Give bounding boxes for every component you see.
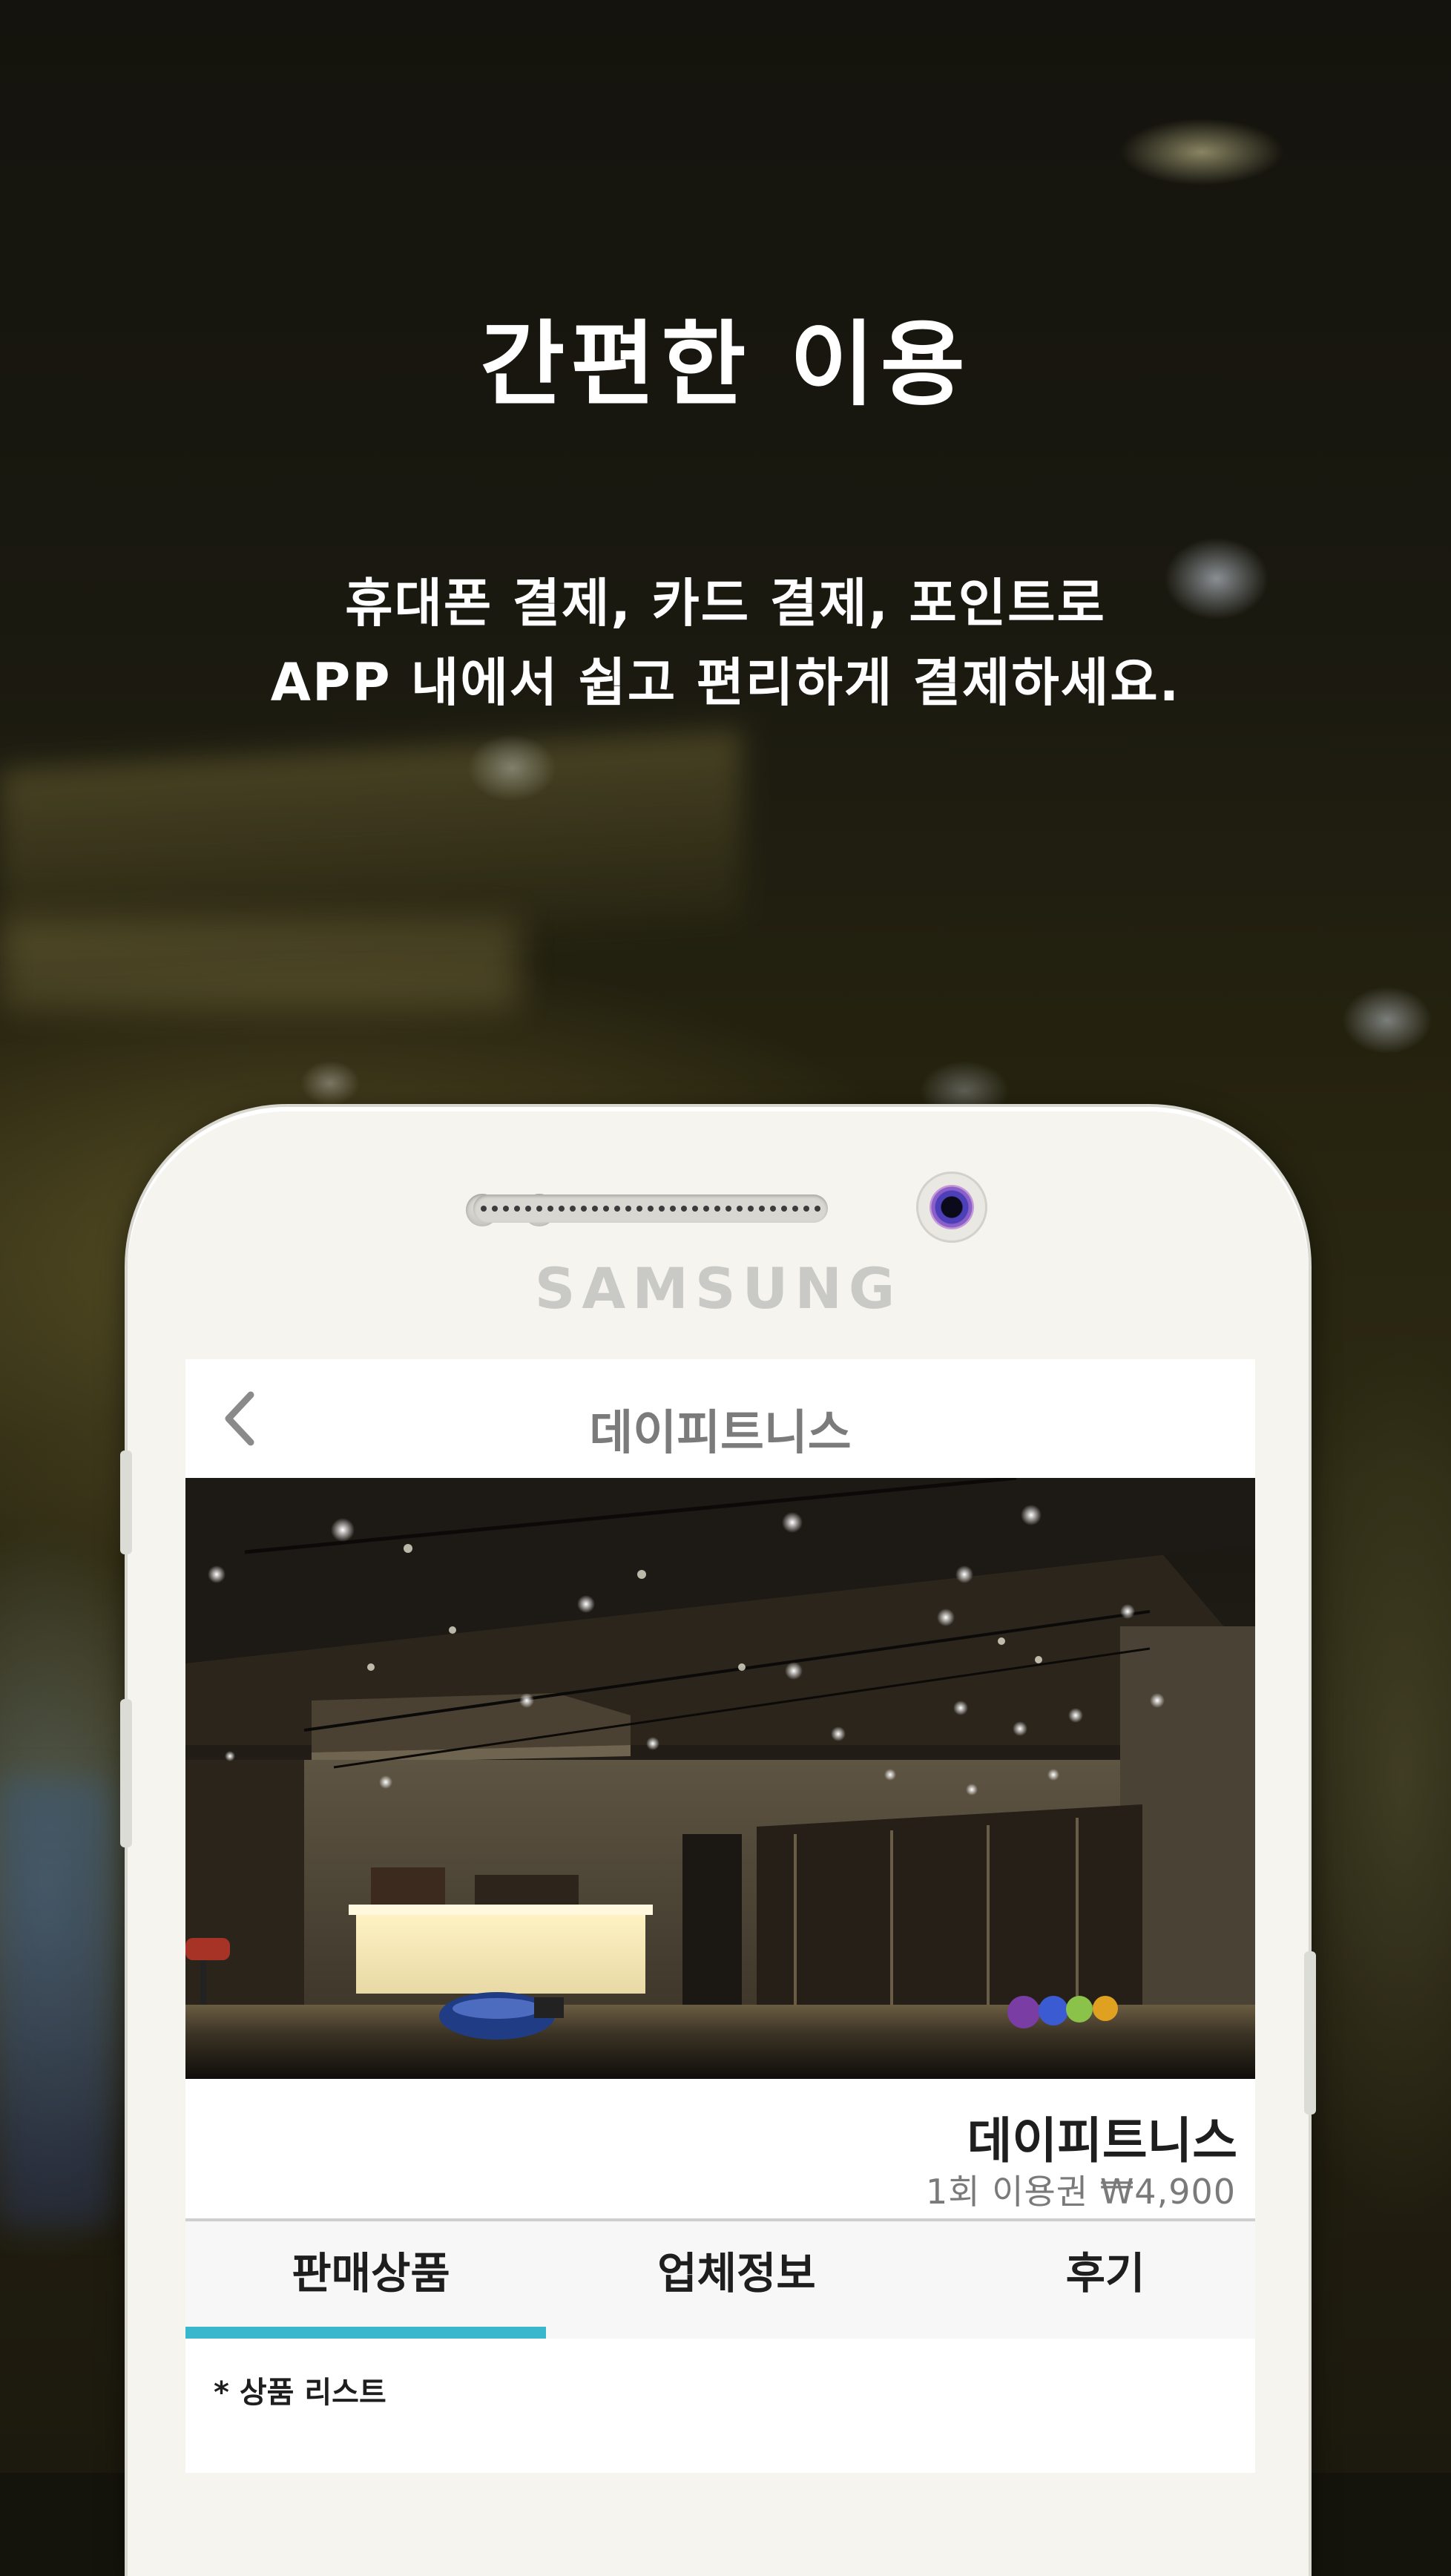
phone-speaker-grille: [473, 1195, 828, 1223]
product-list: * 상품 리스트: [185, 2339, 1255, 2473]
promo-subtitle-line2: APP 내에서 쉽고 편리하게 결제하세요.: [270, 652, 1181, 713]
app-bar: 데이피트니스: [185, 1359, 1255, 1478]
phone-brand-logo: SAMSUNG: [534, 1255, 902, 1321]
phone-power-button: [1304, 1951, 1316, 2115]
venue-name: 데이피트니스: [967, 2112, 1237, 2169]
phone-front-camera: [918, 1174, 985, 1241]
phone-side-button: [120, 1699, 132, 1847]
phone-volume-button: [120, 1450, 132, 1554]
app-title: 데이피트니스: [589, 1406, 852, 1461]
tab-bar: 판매상품 업체정보 후기: [185, 2218, 1255, 2339]
promo-headline: 간편한 이용: [480, 312, 971, 418]
background-left-blue-glow: [0, 1781, 111, 2226]
tab-products-label: 판매상품: [292, 2248, 450, 2299]
background-ceiling-beam-lower: [0, 920, 519, 1009]
product-list-label: * 상품 리스트: [214, 2376, 386, 2410]
tab-business-info-label: 업체정보: [657, 2248, 816, 2299]
tab-reviews-label: 후기: [1065, 2248, 1145, 2299]
tab-business-info[interactable]: 업체정보: [559, 2221, 915, 2339]
active-tab-indicator: [185, 2327, 546, 2339]
venue-price: 1회 이용권 ₩4,900: [926, 2172, 1236, 2212]
tab-reviews[interactable]: 후기: [927, 2221, 1255, 2339]
venue-info: 데이피트니스 1회 이용권 ₩4,900: [185, 2079, 1255, 2218]
camera-lens-icon: [930, 1185, 974, 1229]
tab-products[interactable]: 판매상품: [193, 2221, 549, 2339]
venue-hero-image: [185, 1478, 1255, 2079]
promo-subtitle-line1: 휴대폰 결제, 카드 결제, 포인트로: [345, 573, 1106, 634]
app-screen: 데이피트니스 데이피트니스 1회 이용권 ₩4,900 판매상품 업체정보 후기…: [185, 1359, 1255, 2473]
